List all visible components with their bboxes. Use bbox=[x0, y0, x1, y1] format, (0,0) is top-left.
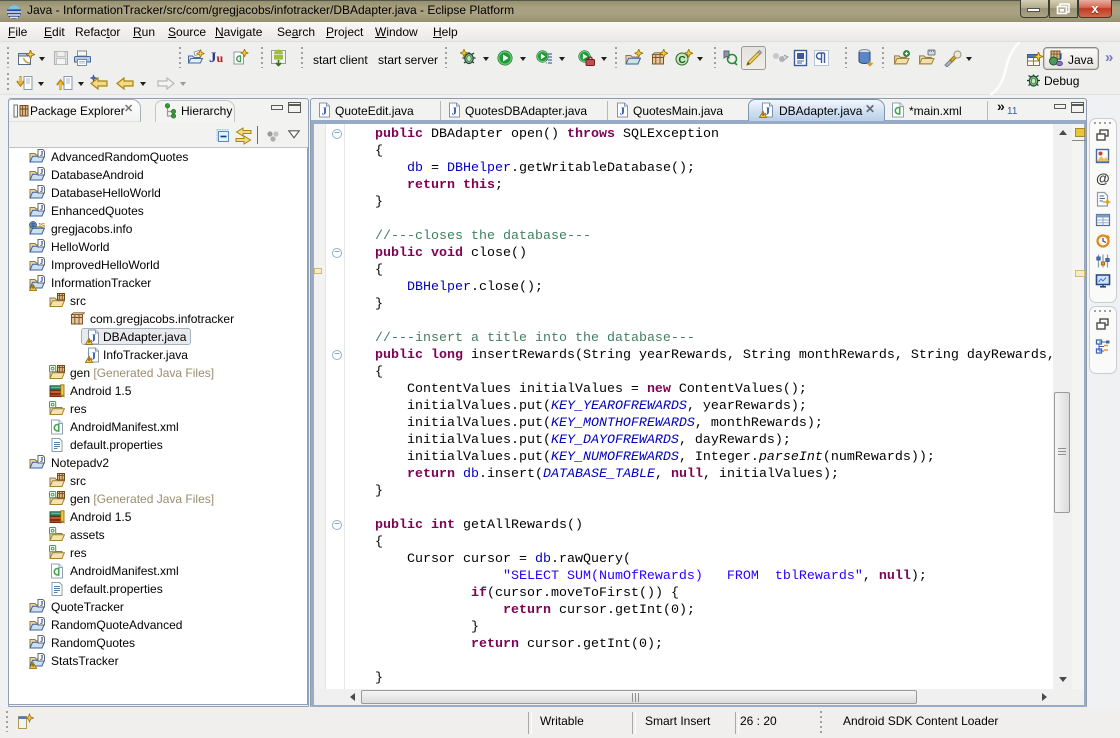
svg-text:C: C bbox=[679, 55, 686, 66]
svg-text:J: J bbox=[1058, 52, 1063, 62]
